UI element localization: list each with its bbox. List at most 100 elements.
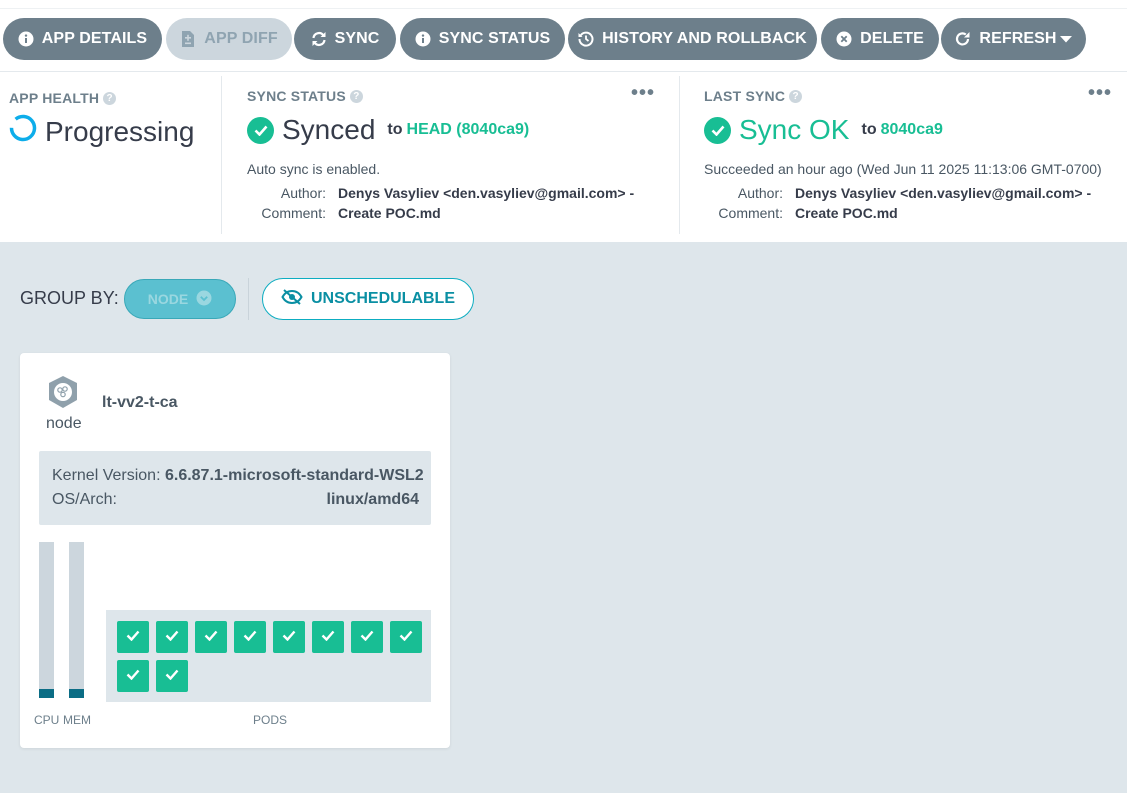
comment-label: Comment: (718, 205, 783, 221)
caret-down-icon[interactable] (1059, 30, 1072, 48)
node-card[interactable]: node lt-vv2-t-ca Kernel Version: 6.6.87.… (20, 353, 450, 748)
app-health-status: Progressing (9, 114, 194, 149)
sync-status-value: Synced to HEAD (8040ca9) (247, 114, 529, 146)
unschedulable-label: UNSCHEDULABLE (311, 290, 455, 307)
times-circle-icon (836, 31, 852, 47)
node-name: lt-vv2-t-ca (102, 394, 178, 411)
group-by-node-toggle[interactable]: NODE (124, 279, 236, 319)
help-icon[interactable]: ? (349, 89, 363, 103)
author-value: Denys Vasyliev <den.vasyliev@gmail.com> … (338, 185, 635, 201)
check-icon (321, 628, 335, 646)
last-sync-title-text: LAST SYNC (704, 88, 786, 104)
check-circle-icon (704, 116, 731, 144)
status-panel: APP HEALTH ? Progressing SYNC STATUS ? •… (0, 72, 1127, 242)
author-label: Author: (737, 185, 783, 201)
pod-tile[interactable] (351, 621, 383, 653)
check-icon (399, 628, 413, 646)
mem-usage-bar (69, 542, 84, 698)
sync-status-more-icon[interactable]: ••• (631, 83, 655, 103)
check-icon (204, 628, 218, 646)
sync-label: SYNC (334, 30, 380, 47)
check-circle-icon (247, 116, 274, 144)
sync-status-button[interactable]: SYNC STATUS (400, 18, 565, 60)
toolbar-top-strip (0, 0, 1127, 9)
app-health-title-text: APP HEALTH (9, 90, 100, 106)
last-sync-succeeded-text: Succeeded an hour ago (Wed Jun 11 2025 1… (704, 161, 1102, 177)
last-sync-value: Sync OK to 8040ca9 (704, 114, 943, 146)
pod-tile[interactable] (234, 621, 266, 653)
last-sync-text: Sync OK (739, 114, 850, 145)
refresh-label: REFRESH (979, 30, 1057, 47)
mem-usage-fill (69, 688, 84, 698)
check-icon (126, 628, 140, 646)
pod-tile[interactable] (273, 621, 305, 653)
last-sync-to: to (861, 121, 877, 138)
check-icon (126, 667, 140, 685)
sync-icon (311, 31, 327, 47)
chevron-circle-down-icon (196, 290, 212, 309)
kubernetes-node-icon (46, 375, 80, 414)
pod-tile[interactable] (390, 621, 422, 653)
pod-tile[interactable] (195, 621, 227, 653)
history-icon (578, 31, 594, 47)
redo-icon (955, 31, 971, 47)
group-by-label: GROUP BY: (20, 288, 119, 308)
pods-grid (106, 610, 431, 702)
sync-status-text: Synced (282, 114, 376, 145)
auto-sync-text: Auto sync is enabled. (247, 161, 381, 177)
comment-value: Create POC.md (338, 205, 441, 221)
os-arch-value: linux/amd64 (326, 491, 419, 508)
progressing-icon (9, 114, 37, 149)
check-icon (165, 628, 179, 646)
cpu-usage-fill (39, 688, 54, 698)
section-divider (221, 76, 222, 234)
sync-button[interactable]: SYNC (294, 18, 396, 60)
sync-status-to: to (387, 121, 403, 138)
os-arch-label: OS/Arch: (52, 491, 117, 508)
last-sync-revision-link[interactable]: 8040ca9 (881, 121, 943, 139)
sync-status-label: SYNC STATUS (438, 30, 551, 47)
check-icon (360, 628, 374, 646)
app-diff-button[interactable]: APP DIFF (166, 18, 292, 60)
check-icon (243, 628, 257, 646)
check-icon (282, 628, 296, 646)
pod-tile[interactable] (117, 660, 149, 692)
info-circle-icon (415, 31, 431, 47)
delete-button[interactable]: DELETE (821, 18, 939, 60)
kernel-version-value: 6.6.87.1-microsoft-standard-WSL2 (164, 467, 424, 484)
kernel-version-row: Kernel Version: 6.6.87.1-microsoft-stand… (52, 467, 424, 485)
history-rollback-button[interactable]: HISTORY AND ROLLBACK (568, 18, 817, 60)
last-sync-more-icon[interactable]: ••• (1088, 83, 1112, 103)
file-diff-icon (180, 31, 196, 47)
delete-label: DELETE (860, 30, 924, 47)
author-label: Author: (280, 185, 326, 201)
unschedulable-toggle[interactable]: UNSCHEDULABLE (262, 278, 474, 320)
history-rollback-label: HISTORY AND ROLLBACK (602, 30, 807, 47)
cpu-usage-bar (39, 542, 54, 698)
refresh-button[interactable]: REFRESH (941, 18, 1086, 60)
pod-tile[interactable] (117, 621, 149, 653)
comment-label: Comment: (261, 205, 326, 221)
app-diff-label: APP DIFF (204, 30, 278, 47)
sync-status-title: SYNC STATUS ? (247, 88, 363, 104)
app-details-button[interactable]: APP DETAILS (3, 18, 162, 60)
pod-tile[interactable] (156, 621, 188, 653)
sync-status-revision-link[interactable]: HEAD (8040ca9) (407, 121, 530, 139)
app-health-status-text: Progressing (45, 115, 195, 147)
cpu-label: CPU (34, 713, 60, 727)
mem-label: MEM (63, 713, 91, 727)
node-kind-label: node (46, 415, 82, 432)
app-toolbar: APP DETAILS APP DIFF SYNC SYNC STATUS HI… (0, 0, 1127, 72)
kernel-version-label: Kernel Version: (52, 467, 161, 484)
pod-tile[interactable] (156, 660, 188, 692)
help-icon[interactable]: ? (103, 91, 117, 105)
pod-tile[interactable] (312, 621, 344, 653)
app-details-label: APP DETAILS (41, 30, 148, 47)
check-icon (165, 667, 179, 685)
help-icon[interactable]: ? (789, 89, 803, 103)
filter-separator (248, 278, 249, 320)
author-value: Denys Vasyliev <den.vasyliev@gmail.com> … (795, 185, 1092, 201)
pods-label: PODS (253, 713, 288, 727)
section-divider (679, 76, 680, 234)
comment-value: Create POC.md (795, 205, 898, 221)
